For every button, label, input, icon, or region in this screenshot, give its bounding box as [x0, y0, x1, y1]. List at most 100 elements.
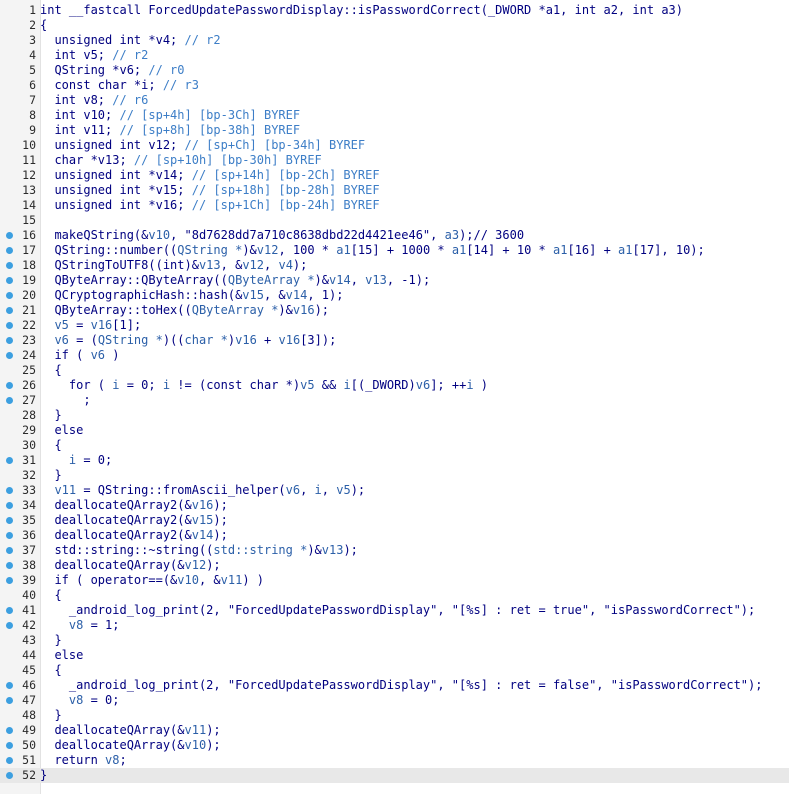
- code-text: }: [40, 468, 61, 483]
- code-line[interactable]: 9 int v11; // [sp+8h] [bp-38h] BYREF: [0, 123, 789, 138]
- code-identifier: a1: [451, 243, 467, 257]
- code-token: else: [40, 648, 84, 662]
- code-line[interactable]: 51 return v8;: [0, 753, 789, 768]
- code-line[interactable]: 25 {: [0, 363, 789, 378]
- code-token: , &: [263, 288, 286, 302]
- code-line[interactable]: 2{: [0, 18, 789, 33]
- code-line[interactable]: 47 v8 = 0;: [0, 693, 789, 708]
- code-text: QByteArray::toHex((QByteArray *)&v16);: [40, 303, 329, 318]
- code-line[interactable]: 35 deallocateQArray2(&v15);: [0, 513, 789, 528]
- code-token: unsigned int v12;: [40, 138, 185, 152]
- code-token: makeQString(&: [40, 228, 149, 242]
- code-line[interactable]: 31 i = 0;: [0, 453, 789, 468]
- code-line[interactable]: 32 }: [0, 468, 789, 483]
- code-line[interactable]: 33 v11 = QString::fromAscii_helper(v6, i…: [0, 483, 789, 498]
- code-line[interactable]: 40 {: [0, 588, 789, 603]
- code-line[interactable]: 27 ;: [0, 393, 789, 408]
- code-identifier: v14: [191, 528, 214, 542]
- code-line[interactable]: 38 deallocateQArray(&v12);: [0, 558, 789, 573]
- code-text: else: [40, 423, 83, 438]
- code-comment: // [sp+10h] [bp-30h] BYREF: [133, 153, 322, 167]
- code-identifier: QByteArray *: [191, 303, 279, 317]
- code-token: deallocateQArray2(&: [40, 528, 192, 542]
- code-text: {: [40, 588, 61, 603]
- pseudocode-viewer[interactable]: 1 int __fastcall ForcedUpdatePasswordDisp…: [0, 0, 789, 794]
- code-token: unsigned int *v16;: [40, 198, 192, 212]
- code-line[interactable]: 8 int v10; // [sp+4h] [bp-3Ch] BYREF: [0, 108, 789, 123]
- code-line[interactable]: 21 QByteArray::toHex((QByteArray *)&v16)…: [0, 303, 789, 318]
- code-line[interactable]: 28 }: [0, 408, 789, 423]
- code-comment: // r6: [112, 93, 149, 107]
- code-identifier: v16: [278, 333, 301, 347]
- code-identifier: v10: [177, 573, 199, 587]
- code-line[interactable]: 1 int __fastcall ForcedUpdatePasswordDisp…: [0, 3, 789, 18]
- code-text: QCryptographicHash::hash(&v15, &v14, 1);: [40, 288, 343, 303]
- code-line[interactable]: 49 deallocateQArray(&v11);: [0, 723, 789, 738]
- code-line[interactable]: 19 QByteArray::QByteArray((QByteArray *)…: [0, 273, 789, 288]
- code-token: , -1);: [386, 273, 431, 287]
- code-line[interactable]: 16 makeQString(&v10, "8d7628dd7a710c8638…: [0, 228, 789, 243]
- code-line[interactable]: 29 else: [0, 423, 789, 438]
- code-line[interactable]: 52}: [0, 768, 789, 783]
- code-line[interactable]: 15: [0, 213, 789, 228]
- code-line[interactable]: 45 {: [0, 663, 789, 678]
- code-line[interactable]: 42 v8 = 1;: [0, 618, 789, 633]
- code-line[interactable]: 36 deallocateQArray2(&v14);: [0, 528, 789, 543]
- code-token: unsigned int *v4;: [40, 33, 185, 47]
- line-number: 17: [22, 243, 36, 257]
- code-line[interactable]: 23 v6 = (QString *)((char *)v16 + v16[3]…: [0, 333, 789, 348]
- line-number: 35: [22, 513, 36, 527]
- code-token: );: [213, 528, 228, 542]
- code-line[interactable]: 13 unsigned int *v15; // [sp+18h] [bp-28…: [0, 183, 789, 198]
- line-number: 49: [22, 723, 36, 737]
- code-line[interactable]: 17 QString::number((QString *)&v12, 100 …: [0, 243, 789, 258]
- code-line[interactable]: 30 {: [0, 438, 789, 453]
- code-line[interactable]: 37 std::string::~string((std::string *)&…: [0, 543, 789, 558]
- code-identifier: a1: [553, 243, 568, 257]
- code-line[interactable]: 20 QCryptographicHash::hash(&v15, &v14, …: [0, 288, 789, 303]
- code-identifier: v10: [184, 738, 207, 752]
- code-line[interactable]: 3 unsigned int *v4; // r2: [0, 33, 789, 48]
- code-token: ,: [350, 273, 366, 287]
- code-token: );// 3600: [459, 228, 525, 242]
- code-token: = 0;: [76, 453, 113, 467]
- code-identifier: v13: [198, 258, 221, 272]
- code-token: QByteArray::toHex((: [40, 303, 192, 317]
- code-identifier: QByteArray *: [227, 273, 315, 287]
- code-area[interactable]: 1 int __fastcall ForcedUpdatePasswordDisp…: [0, 3, 789, 783]
- code-line[interactable]: 48 }: [0, 708, 789, 723]
- code-line[interactable]: 50 deallocateQArray(&v10);: [0, 738, 789, 753]
- code-line[interactable]: 18 QStringToUTF8((int)&v13, &v12, v4);: [0, 258, 789, 273]
- code-line[interactable]: 5 QString *v6; // r0: [0, 63, 789, 78]
- code-line[interactable]: 12 unsigned int *v14; // [sp+14h] [bp-2C…: [0, 168, 789, 183]
- code-line[interactable]: 41 _android_log_print(2, "ForcedUpdatePa…: [0, 603, 789, 618]
- code-line[interactable]: 11 char *v13; // [sp+10h] [bp-30h] BYREF: [0, 153, 789, 168]
- code-token: QByteArray::QByteArray((: [40, 273, 228, 287]
- code-line[interactable]: 4 int v5; // r2: [0, 48, 789, 63]
- code-line[interactable]: 46 _android_log_print(2, "ForcedUpdatePa…: [0, 678, 789, 693]
- line-number: 12: [22, 168, 36, 182]
- line-number: 26: [22, 378, 36, 392]
- code-token: ,: [300, 483, 315, 497]
- code-token: {: [40, 438, 62, 452]
- code-line[interactable]: 24 if ( v6 ): [0, 348, 789, 363]
- line-number: 32: [22, 468, 36, 482]
- code-line[interactable]: 14 unsigned int *v16; // [sp+1Ch] [bp-24…: [0, 198, 789, 213]
- line-number: 5: [29, 63, 36, 77]
- code-line[interactable]: 7 int v8; // r6: [0, 93, 789, 108]
- code-text: }: [40, 408, 61, 423]
- code-line[interactable]: 26 for ( i = 0; i != (const char *)v5 &&…: [0, 378, 789, 393]
- code-line[interactable]: 43 }: [0, 633, 789, 648]
- code-line[interactable]: 10 unsigned int v12; // [sp+Ch] [bp-34h]…: [0, 138, 789, 153]
- code-text: unsigned int *v14; // [sp+14h] [bp-2Ch] …: [40, 168, 379, 183]
- code-line[interactable]: 44 else: [0, 648, 789, 663]
- code-token: int v5;: [40, 48, 113, 62]
- code-token: );: [206, 738, 221, 752]
- code-token: unsigned int *v15;: [40, 183, 192, 197]
- code-text: deallocateQArray2(&v16);: [40, 498, 227, 513]
- code-identifier: v8: [105, 753, 120, 767]
- code-line[interactable]: 39 if ( operator==(&v10, &v11) ): [0, 573, 789, 588]
- code-line[interactable]: 22 v5 = v16[1];: [0, 318, 789, 333]
- code-line[interactable]: 34 deallocateQArray2(&v16);: [0, 498, 789, 513]
- code-line[interactable]: 6 const char *i; // r3: [0, 78, 789, 93]
